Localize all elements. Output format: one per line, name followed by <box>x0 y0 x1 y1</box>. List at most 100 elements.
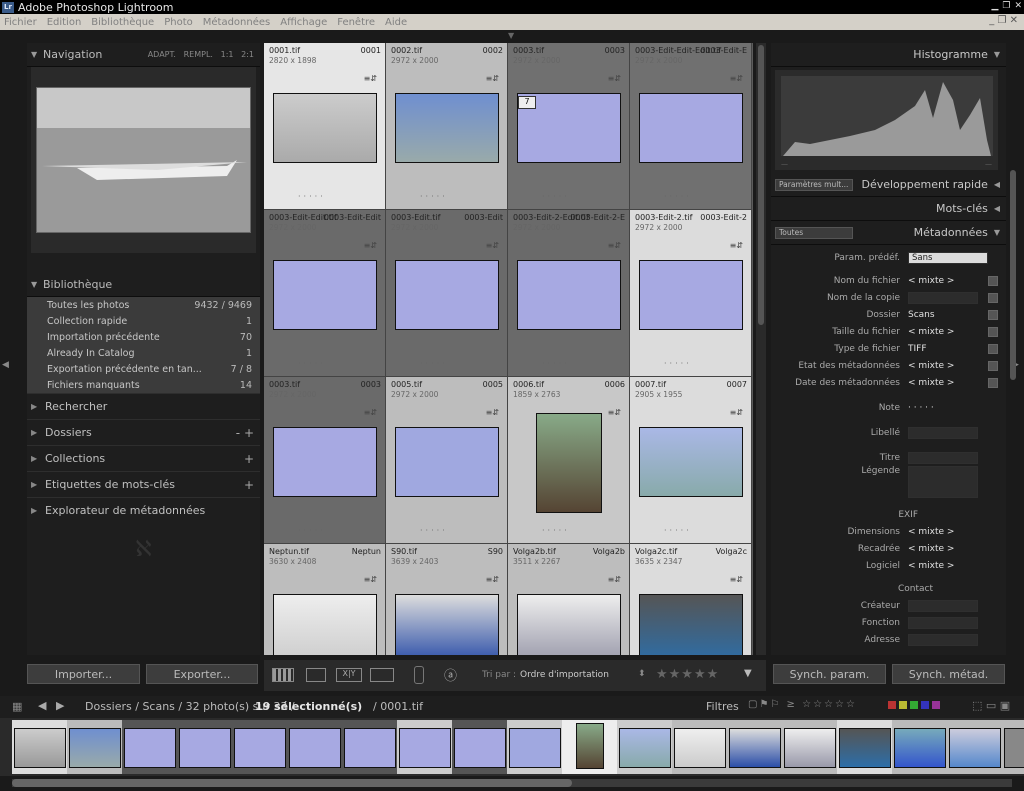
filmstrip-thumbnail[interactable] <box>509 728 561 768</box>
filmstrip-cell[interactable] <box>12 720 67 774</box>
photo-thumbnail[interactable] <box>536 413 602 513</box>
library-item[interactable]: Already In Catalog 1 <box>27 345 260 361</box>
filmstrip-thumbnail[interactable] <box>454 728 506 768</box>
metadata-row-action-icon[interactable] <box>988 343 998 354</box>
grid-cell[interactable]: 0003-Edit-Edit.tif 0003-Edit-Edit 2972 x 2… <box>264 210 386 377</box>
filmstrip-thumbnail[interactable] <box>894 728 946 768</box>
menu-affichage[interactable]: Affichage <box>280 17 327 28</box>
keywords-header[interactable]: Mots-clés ◀ <box>771 197 1006 221</box>
rating-dots[interactable]: ····· <box>542 359 570 368</box>
filmstrip-thumbnail[interactable] <box>839 728 891 768</box>
library-header[interactable]: ▼ Bibliothèque <box>27 273 260 297</box>
rating-stars[interactable]: ★★★★★ <box>656 667 719 682</box>
grid-cell[interactable]: 0003-Edit-Edit-Edit.tif 0003-Edit-E 2972 x… <box>630 43 752 210</box>
quick-collection-icon[interactable]: ≡⇵ <box>364 575 377 584</box>
filmstrip-cell[interactable] <box>562 720 617 774</box>
filmstrip-cell[interactable] <box>837 720 892 774</box>
quick-collection-icon[interactable]: ≡⇵ <box>486 575 499 584</box>
rating-dots[interactable]: ····· <box>298 192 326 201</box>
filmstrip-thumbnail[interactable] <box>399 728 451 768</box>
quick-collection-icon[interactable]: ≡⇵ <box>608 575 621 584</box>
filmstrip-thumbnail[interactable] <box>344 728 396 768</box>
menu-fichier[interactable]: Fichier <box>4 17 37 28</box>
library-item[interactable]: Collection rapide 1 <box>27 313 260 329</box>
panel-control[interactable]: + <box>244 478 254 492</box>
library-item[interactable]: Importation précédente 70 <box>27 329 260 345</box>
filmstrip-thumbnail[interactable] <box>234 728 286 768</box>
filmstrip-thumbnail[interactable] <box>674 728 726 768</box>
rating-dots[interactable]: ····· <box>420 359 448 368</box>
color-label-filters[interactable] <box>888 701 940 709</box>
navigation-header[interactable]: ▼ Navigation ADAPT. REMPL. 1:1 2:1 <box>27 43 260 67</box>
menu-aide[interactable]: Aide <box>385 17 407 28</box>
photo-thumbnail[interactable] <box>395 427 499 497</box>
contact-row-field[interactable] <box>908 616 978 629</box>
library-item[interactable]: Fichiers manquants 14 <box>27 377 260 393</box>
rating-dots[interactable]: ····· <box>664 359 692 368</box>
filmstrip-cell[interactable] <box>1002 720 1024 774</box>
quick-collection-icon[interactable]: ≡⇵ <box>364 408 377 417</box>
quick-collection-icon[interactable]: ≡⇵ <box>608 74 621 83</box>
grid-cell[interactable]: 0003-Edit-2.tif 0003-Edit-2 2972 x 2000 ≡⇵ ·… <box>630 210 752 377</box>
metadata-row-action-icon[interactable] <box>988 377 998 388</box>
filmstrip-thumbnail[interactable] <box>949 728 1001 768</box>
filmstrip-cell[interactable] <box>452 720 507 774</box>
metadata-row-value[interactable]: < mixte > <box>908 276 954 286</box>
grid-scrollbar[interactable] <box>756 43 766 655</box>
yellow-label-filter[interactable] <box>899 701 907 709</box>
filmstrip-cell[interactable] <box>177 720 232 774</box>
grid-cell[interactable]: S90.tif S90 3639 x 2403 ≡⇵ <box>386 544 508 655</box>
metadata-label-field[interactable] <box>908 426 978 439</box>
panel-collections[interactable]: ▶ Collections + <box>27 445 260 471</box>
zoom-fit[interactable]: ADAPT. <box>148 50 176 59</box>
filmstrip-thumbnail[interactable] <box>289 728 341 768</box>
rating-dots[interactable]: ····· <box>664 192 692 201</box>
survey-view-icon[interactable] <box>370 668 394 682</box>
filmstrip-scrollbar[interactable] <box>12 779 1012 787</box>
metadata-row-field[interactable] <box>908 291 978 304</box>
quick-collection-icon[interactable]: ≡⇵ <box>486 74 499 83</box>
panel-dossiers[interactable]: ▶ Dossiers - + <box>27 419 260 445</box>
photo-thumbnail[interactable] <box>273 93 377 163</box>
rating-dots[interactable]: ····· <box>298 526 326 535</box>
filmstrip-cell[interactable] <box>672 720 727 774</box>
menu-window-controls[interactable]: _ ❐ ✕ <box>989 15 1018 26</box>
loupe-view-icon[interactable] <box>306 668 326 682</box>
restore-icon[interactable]: ❐ <box>1002 1 1010 11</box>
filmstrip-cell[interactable] <box>397 720 452 774</box>
quick-collection-icon[interactable]: ≡⇵ <box>730 74 743 83</box>
filmstrip-cell[interactable] <box>947 720 1002 774</box>
filmstrip-thumbnail[interactable] <box>1004 728 1024 768</box>
library-item[interactable]: Exportation précédente en tan... 7 / 8 <box>27 361 260 377</box>
right-panel-scrollbar[interactable] <box>1010 170 1016 380</box>
metadata-row-value[interactable]: Scans <box>908 310 935 320</box>
filmstrip-cell[interactable] <box>617 720 672 774</box>
photo-thumbnail[interactable] <box>639 427 743 497</box>
photo-thumbnail[interactable] <box>273 594 377 655</box>
grid-cell[interactable]: 0003.tif 0003 2972 x 2000 ≡⇵ ····· <box>508 43 630 210</box>
photo-thumbnail[interactable] <box>639 594 743 655</box>
photo-thumbnail[interactable] <box>273 260 377 330</box>
blue-label-filter[interactable] <box>921 701 929 709</box>
quick-develop-header[interactable]: Paramètres mult... Développement rapide ◀ <box>771 173 1006 197</box>
filmstrip-thumbnail[interactable] <box>784 728 836 768</box>
quick-collection-icon[interactable]: ≡⇵ <box>730 241 743 250</box>
filmstrip-cell[interactable] <box>232 720 287 774</box>
top-panel-toggle-icon[interactable]: ▼ <box>508 31 520 40</box>
metadata-note-stars[interactable]: · · · · · <box>908 403 934 413</box>
filmstrip-current-file[interactable]: / 0001.tif <box>373 700 423 713</box>
panel-control[interactable]: - + <box>236 426 254 440</box>
panel-rechercher[interactable]: ▶ Rechercher <box>27 393 260 419</box>
metadata-row-value[interactable]: < mixte > <box>908 378 954 388</box>
grid-cell[interactable]: Volga2b.tif Volga2b 3511 x 2267 ≡⇵ <box>508 544 630 655</box>
filmstrip-cell[interactable] <box>727 720 782 774</box>
metadata-preset-select[interactable]: Sans <box>908 251 988 264</box>
quick-collection-icon[interactable]: ≡⇵ <box>364 74 377 83</box>
zoom-2-1[interactable]: 2:1 <box>241 50 254 59</box>
filmstrip-thumbnail[interactable] <box>619 728 671 768</box>
filmstrip-thumbnail[interactable] <box>729 728 781 768</box>
metadata-row-value[interactable]: < mixte > <box>908 361 954 371</box>
left-panel-toggle-icon[interactable]: ◀ <box>2 360 9 370</box>
metadata-row-action-icon[interactable] <box>988 360 998 371</box>
filmstrip-cell[interactable] <box>287 720 342 774</box>
